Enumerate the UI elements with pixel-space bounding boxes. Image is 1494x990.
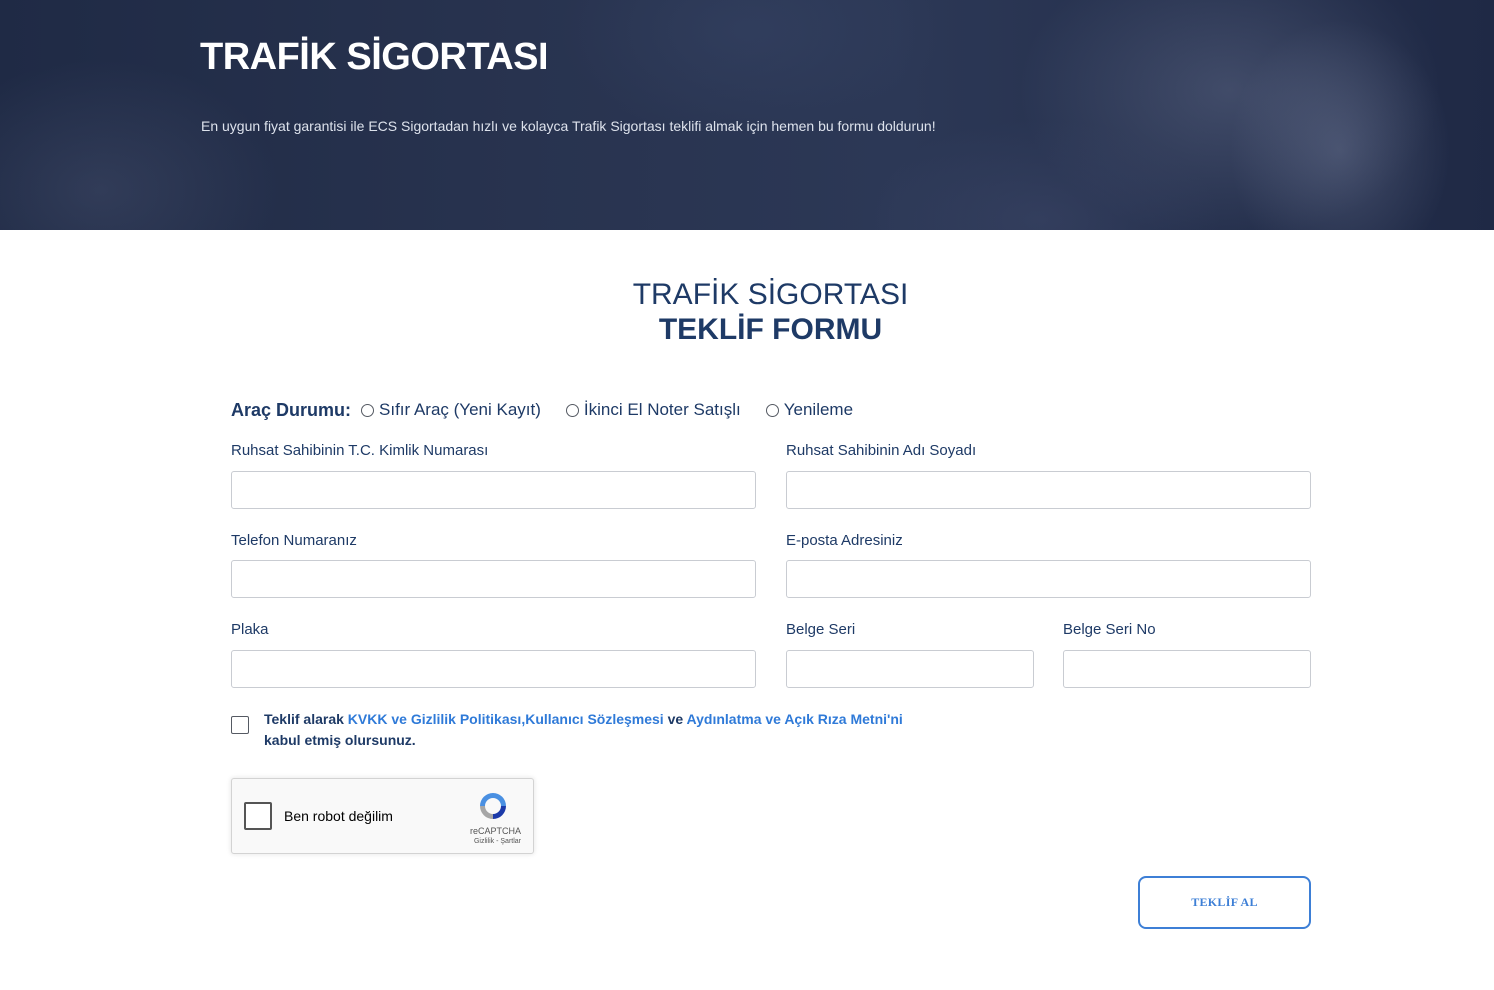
consent-checkbox[interactable] (231, 716, 249, 734)
user-agreement-link[interactable]: Kullanıcı Sözleşmesi (525, 711, 664, 727)
document-serial-label: Belge Seri (786, 621, 856, 638)
owner-name-input[interactable] (786, 471, 1311, 509)
owner-name-label: Ruhsat Sahibinin Adı Soyadı (786, 442, 977, 459)
vehicle-status-label: Araç Durumu: (231, 399, 352, 420)
get-quote-button[interactable]: TEKLİF AL (1138, 876, 1311, 929)
hero-banner: TRAFİK SİGORTASI En uygun fiyat garantis… (0, 0, 1494, 230)
radio-option-second-hand[interactable]: İkinci El Noter Satışlı (565, 400, 741, 420)
plate-input[interactable] (231, 650, 756, 688)
consent-prefix: Teklif alarak (264, 711, 348, 727)
radio-button[interactable] (765, 403, 779, 417)
tc-number-label: Ruhsat Sahibinin T.C. Kimlik Numarası (231, 442, 489, 459)
kvkk-privacy-link[interactable]: KVKK ve Gizlilik Politikası (348, 711, 522, 727)
form-heading-line1: TRAFİK SİGORTASI (632, 278, 909, 311)
vehicle-status-group: Araç Durumu: Sıfır Araç (Yeni Kayıt) İki… (231, 398, 878, 422)
hero-title: TRAFİK SİGORTASI (200, 36, 549, 78)
recaptcha-brand: reCAPTCHA (469, 826, 521, 836)
form-heading: TRAFİK SİGORTASI TEKLİF FORMU (0, 278, 1494, 348)
form-heading-line2: TEKLİF FORMU (658, 313, 883, 346)
consent-suffix: kabul etmiş olursunuz. (264, 732, 416, 748)
radio-label: İkinci El Noter Satışlı (583, 400, 741, 419)
disclosure-consent-link[interactable]: Aydınlatma ve Açık Rıza Metni'ni (687, 711, 903, 727)
recaptcha-terms[interactable]: Gizlilik - Şartlar (474, 838, 521, 845)
radio-label: Sıfır Araç (Yeni Kayıt) (379, 400, 541, 419)
phone-input[interactable] (231, 560, 756, 598)
document-serial-no-label: Belge Seri No (1063, 621, 1156, 638)
hero-background-shape (0, 60, 280, 230)
radio-option-renewal[interactable]: Yenileme (765, 400, 854, 420)
document-serial-input[interactable] (786, 650, 1034, 688)
recaptcha-logo-icon (480, 793, 506, 819)
plate-label: Plaka (231, 621, 269, 638)
phone-label: Telefon Numaranız (231, 532, 357, 549)
radio-button[interactable] (565, 403, 579, 417)
hero-subtitle: En uygun fiyat garantisi ile ECS Sigorta… (201, 118, 936, 134)
radio-label: Yenileme (783, 400, 854, 419)
email-input[interactable] (786, 560, 1311, 598)
recaptcha-checkbox[interactable] (244, 802, 272, 830)
document-serial-no-input[interactable] (1063, 650, 1311, 688)
radio-button[interactable] (361, 403, 375, 417)
tc-number-input[interactable] (231, 471, 756, 509)
radio-option-new-vehicle[interactable]: Sıfır Araç (Yeni Kayıt) (361, 400, 541, 420)
recaptcha-widget: Ben robot değilim reCAPTCHA Gizlilik - Ş… (231, 778, 534, 854)
consent-text: Teklif alarak KVKK ve Gizlilik Politikas… (264, 709, 944, 751)
consent-middle: ve (663, 711, 687, 727)
email-label: E-posta Adresiniz (786, 532, 903, 549)
recaptcha-label: Ben robot değilim (284, 808, 393, 824)
